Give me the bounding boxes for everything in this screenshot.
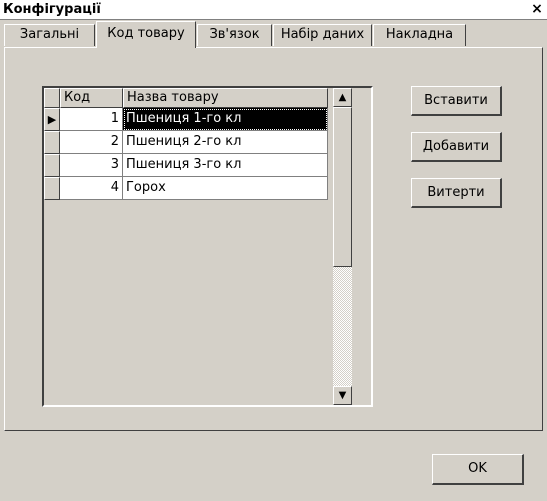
tab-connection[interactable]: Зв'язок [197,24,272,46]
grid-header: Код Назва товару [44,88,352,108]
cell-code[interactable]: 3 [60,154,123,177]
title-bar: Конфігурації × [0,0,547,20]
grid-body: Код Назва товару ▶ 1 Пшениця 1-го кл 2 П… [44,88,352,405]
scroll-down-icon[interactable]: ▼ [333,386,352,405]
close-icon[interactable]: × [529,1,545,17]
row-indicator [44,154,60,177]
scroll-thumb[interactable] [333,107,352,267]
row-indicator [44,177,60,200]
tab-general[interactable]: Загальні [4,24,95,46]
column-header-code[interactable]: Код [60,88,123,108]
product-grid[interactable]: Код Назва товару ▶ 1 Пшениця 1-го кл 2 П… [42,86,373,407]
vertical-scrollbar[interactable]: ▲ ▼ [333,88,352,405]
table-row[interactable]: 2 Пшениця 2-го кл [44,131,352,154]
cell-code[interactable]: 4 [60,177,123,200]
window-title: Конфігурації [3,2,101,17]
scroll-up-icon[interactable]: ▲ [333,88,352,107]
delete-button[interactable]: Витерти [411,178,502,208]
tab-dataset[interactable]: Набір даних [273,24,372,46]
tab-strip: Загальні Код товару Зв'язок Набір даних … [0,20,547,48]
row-indicator-arrow-icon: ▶ [44,108,60,131]
cell-name[interactable]: Пшениця 1-го кл [123,108,328,131]
table-row[interactable]: 4 Горох [44,177,352,200]
add-button[interactable]: Добавити [411,132,502,162]
cell-name[interactable]: Пшениця 3-го кл [123,154,328,177]
column-header-name[interactable]: Назва товару [123,88,328,108]
tab-invoice[interactable]: Накладна [373,24,466,46]
row-indicator [44,131,60,154]
table-row[interactable]: 3 Пшениця 3-го кл [44,154,352,177]
cell-code[interactable]: 2 [60,131,123,154]
cell-name[interactable]: Пшениця 2-го кл [123,131,328,154]
tab-product-code[interactable]: Код товару [96,21,196,48]
ok-button[interactable]: OK [432,454,524,485]
cell-code[interactable]: 1 [60,108,123,131]
table-row[interactable]: ▶ 1 Пшениця 1-го кл [44,108,352,131]
cell-name[interactable]: Горох [123,177,328,200]
insert-button[interactable]: Вставити [411,86,502,116]
header-indicator-cell [44,88,60,108]
